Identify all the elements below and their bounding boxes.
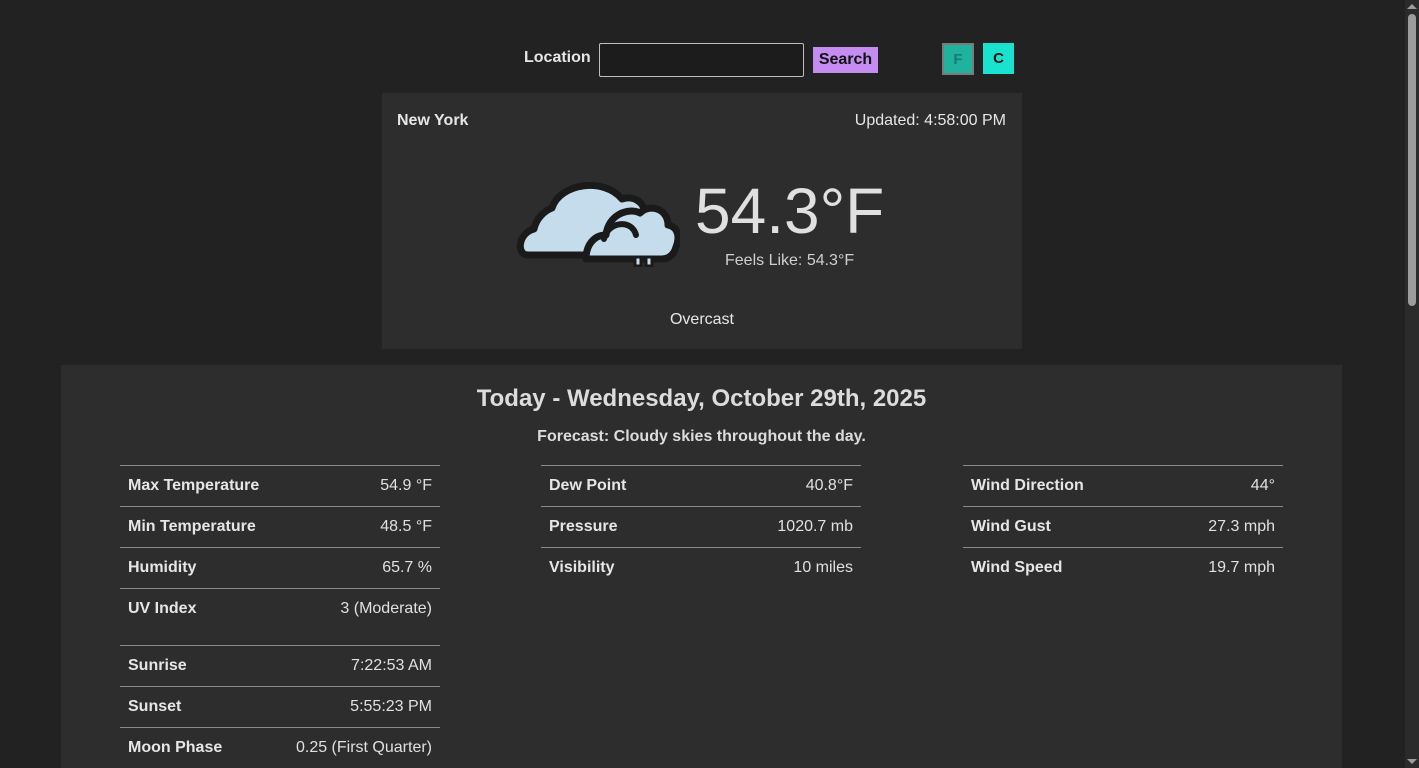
stat-value: 3 (Moderate) <box>340 600 432 617</box>
stat-label: Sunrise <box>128 657 187 674</box>
stats-column-wind: Wind Direction 44° Wind Gust 27.3 mph Wi… <box>963 465 1283 588</box>
stat-value: 54.9 °F <box>380 477 432 494</box>
stat-row-pressure: Pressure 1020.7 mb <box>541 506 861 547</box>
stat-label: Max Temperature <box>128 477 260 494</box>
stat-label: Min Temperature <box>128 518 256 535</box>
stat-row-sunset: Sunset 5:55:23 PM <box>120 686 440 727</box>
feels-like: Feels Like: 54.3°F <box>725 252 855 269</box>
stat-row-wind-speed: Wind Speed 19.7 mph <box>963 547 1283 588</box>
scroll-thumb[interactable] <box>1408 14 1416 306</box>
stat-value: 0.25 (First Quarter) <box>295 739 432 756</box>
condition-text: Overcast <box>669 311 734 328</box>
today-title: Today - Wednesday, October 29th, 2025 <box>476 385 927 412</box>
stat-value: 7:22:53 AM <box>351 657 432 674</box>
stat-row-sunrise: Sunrise 7:22:53 AM <box>120 645 440 686</box>
stats-column-atmosphere: Dew Point 40.8°F Pressure 1020.7 mb Visi… <box>541 465 861 588</box>
stat-value: 1020.7 mb <box>777 518 853 535</box>
stat-label: Visibility <box>549 559 615 576</box>
search-bar: Location Search F C <box>0 0 1405 93</box>
stat-row-wind-gust: Wind Gust 27.3 mph <box>963 506 1283 547</box>
stat-value: 10 miles <box>793 559 853 576</box>
forecast-summary: Forecast: Cloudy skies throughout the da… <box>537 428 866 445</box>
stat-value: 44° <box>1250 477 1275 494</box>
stat-label: Dew Point <box>549 477 627 494</box>
fahrenheit-button[interactable]: F <box>942 43 974 75</box>
stat-row-visibility: Visibility 10 miles <box>541 547 861 588</box>
stat-row-moon-phase: Moon Phase 0.25 (First Quarter) <box>120 727 440 768</box>
overcast-cloud-icon <box>516 181 680 267</box>
stat-label: Moon Phase <box>128 739 223 756</box>
current-temperature: 54.3°F <box>695 175 885 247</box>
search-button[interactable]: Search <box>813 47 878 73</box>
stats-column-temperature: Max Temperature 54.9 °F Min Temperature … <box>120 465 440 768</box>
stat-label: Humidity <box>128 559 197 576</box>
stat-value: 19.7 mph <box>1208 559 1275 576</box>
stat-label: Wind Direction <box>971 477 1084 494</box>
page-scrollbar[interactable] <box>1405 0 1419 768</box>
stat-row-min-temperature: Min Temperature 48.5 °F <box>120 506 440 547</box>
stat-value: 65.7 % <box>382 559 432 576</box>
stat-value: 40.8°F <box>805 477 853 494</box>
city-name: New York <box>397 112 469 129</box>
stat-value: 48.5 °F <box>380 518 432 535</box>
stat-label: UV Index <box>128 600 197 617</box>
stat-row-dew-point: Dew Point 40.8°F <box>541 465 861 506</box>
stat-row-max-temperature: Max Temperature 54.9 °F <box>120 465 440 506</box>
celsius-button[interactable]: C <box>983 43 1014 74</box>
stat-label: Pressure <box>549 518 618 535</box>
today-panel: Today - Wednesday, October 29th, 2025 Fo… <box>61 365 1342 768</box>
current-conditions-card: New York Updated: 4:58:00 PM 54.3°F Feel… <box>382 93 1022 349</box>
stat-row-uv-index: UV Index 3 (Moderate) <box>120 588 440 645</box>
stat-label: Sunset <box>128 698 182 715</box>
stat-label: Wind Gust <box>971 518 1051 535</box>
location-label: Location <box>524 49 591 66</box>
scroll-up-icon[interactable] <box>1407 4 1417 9</box>
stat-row-wind-direction: Wind Direction 44° <box>963 465 1283 506</box>
scroll-down-icon[interactable] <box>1407 759 1417 764</box>
location-input[interactable] <box>599 43 804 77</box>
stat-value: 5:55:23 PM <box>350 698 432 715</box>
stat-value: 27.3 mph <box>1208 518 1275 535</box>
updated-time: Updated: 4:58:00 PM <box>854 112 1006 129</box>
stat-label: Wind Speed <box>971 559 1063 576</box>
stat-row-humidity: Humidity 65.7 % <box>120 547 440 588</box>
